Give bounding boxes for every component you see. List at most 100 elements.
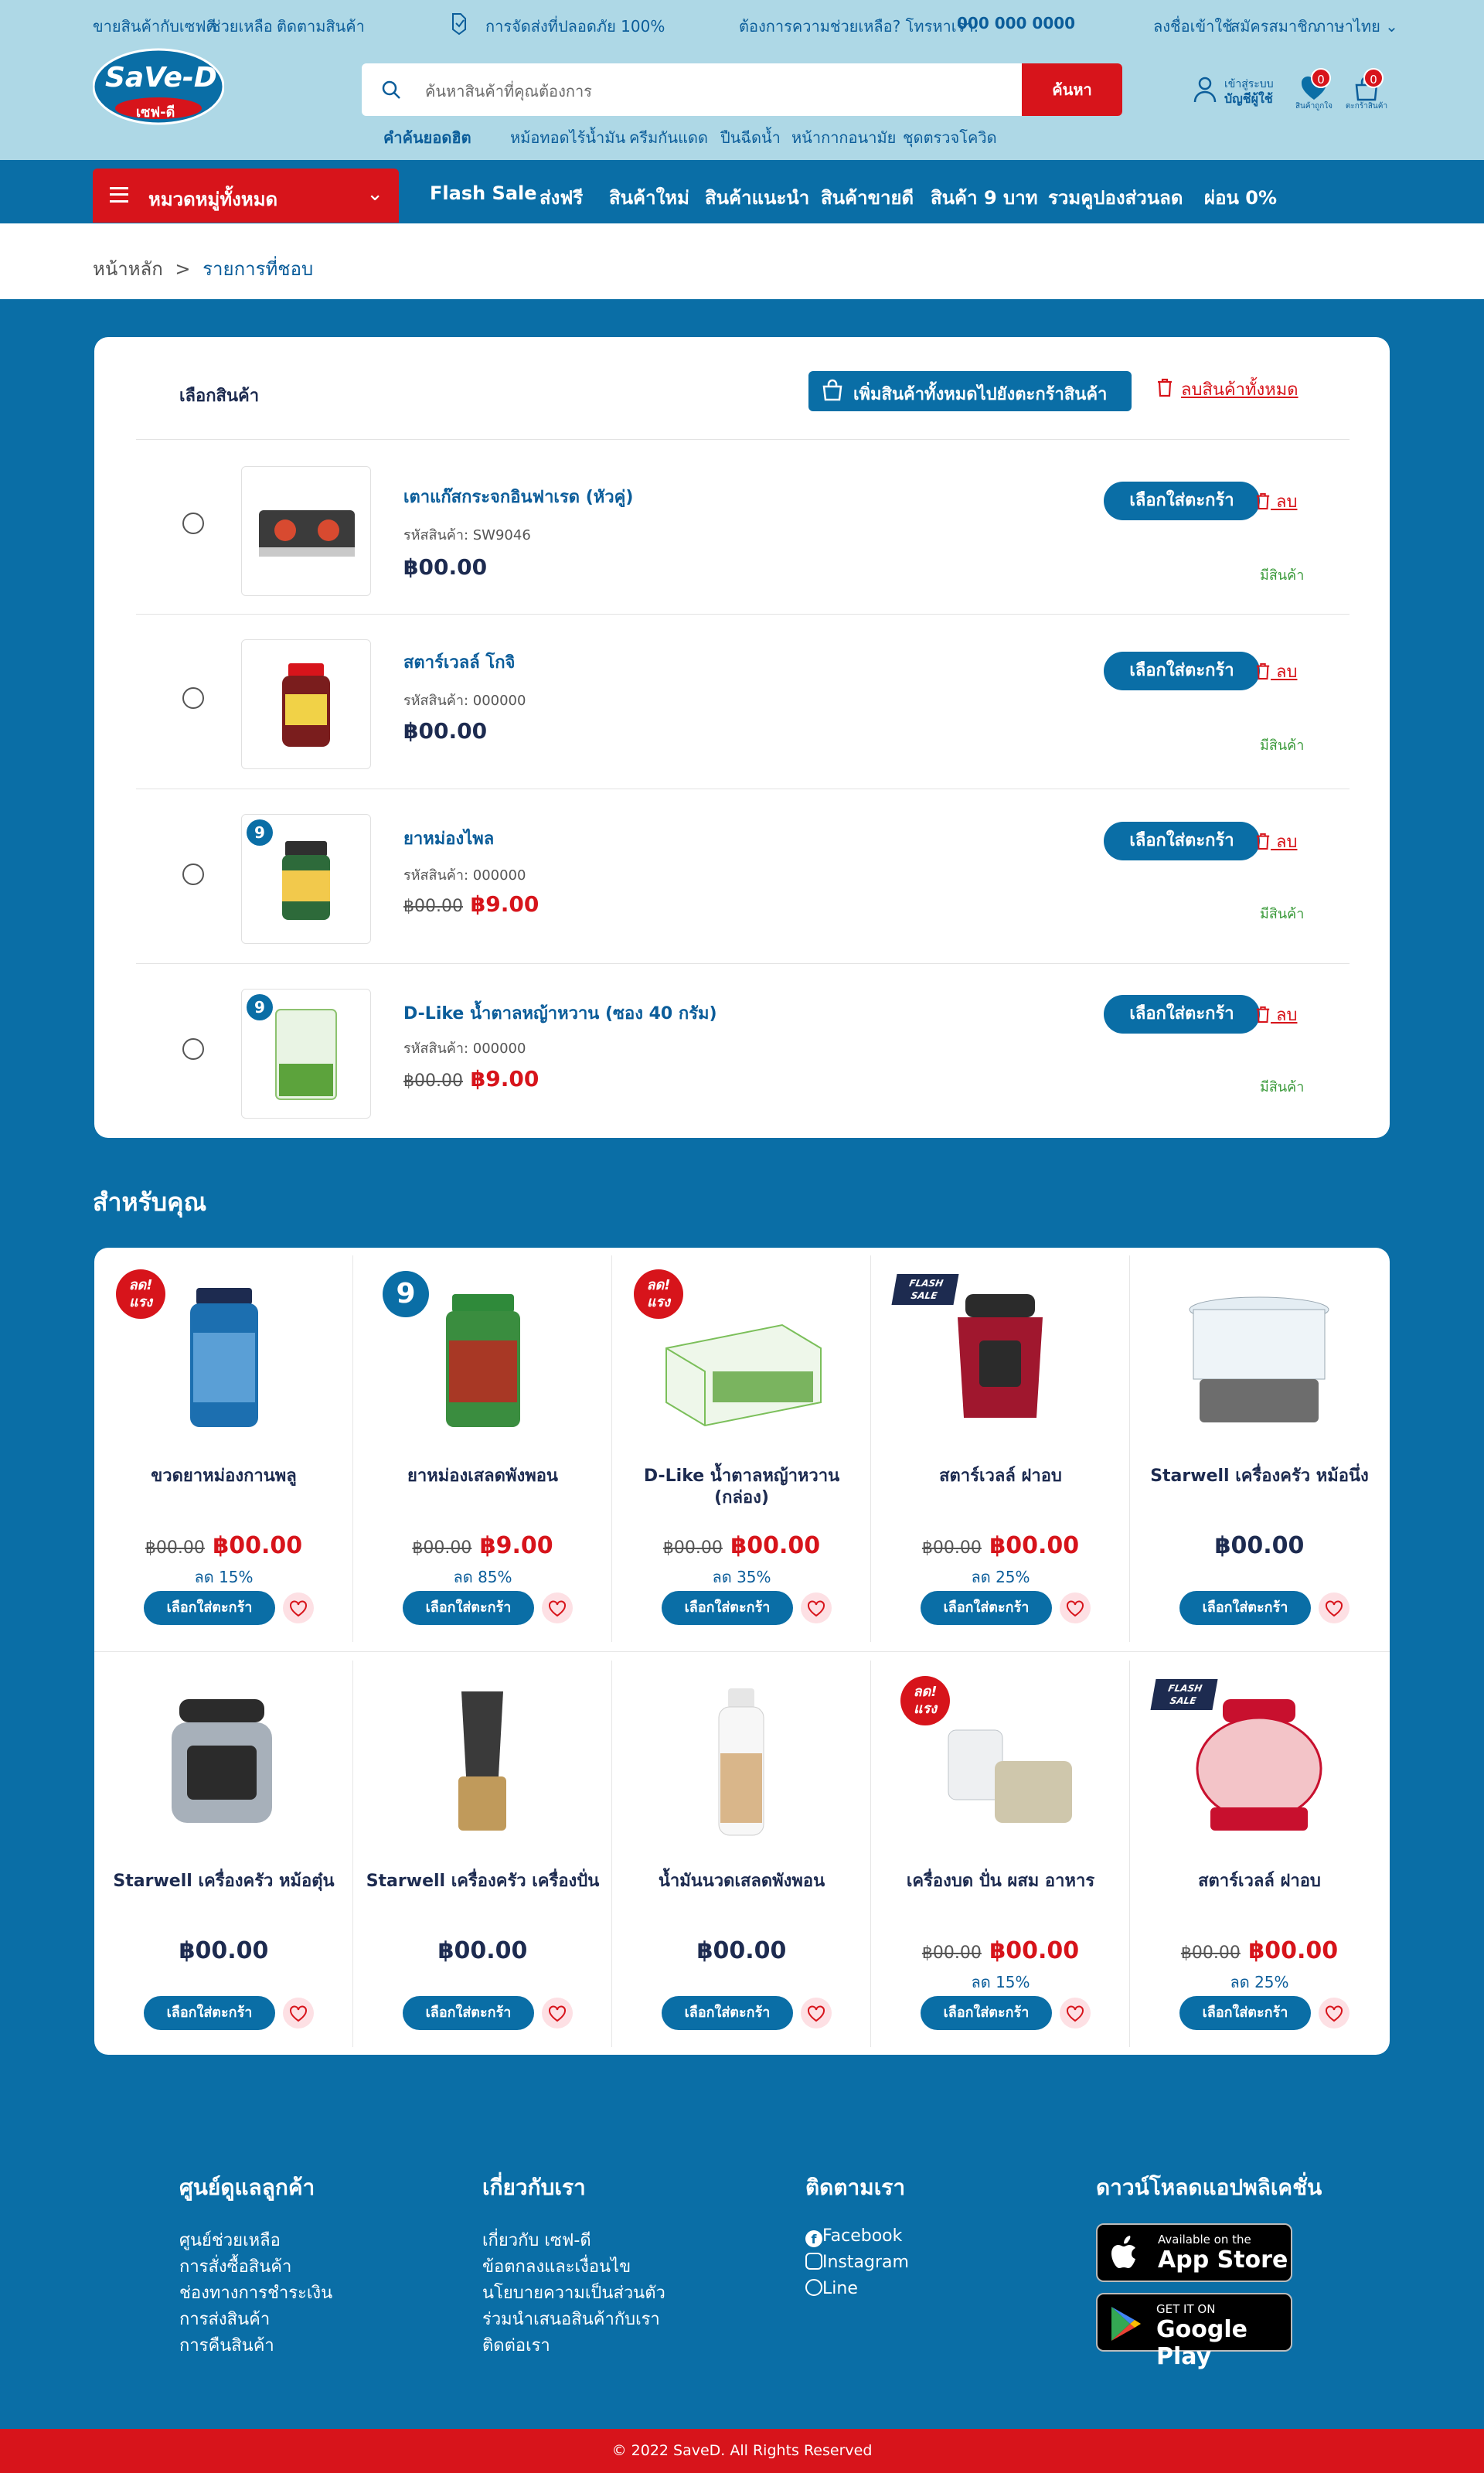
nav-coupons[interactable]: รวมคูปองส่วนลด — [1048, 182, 1183, 213]
app-store-button[interactable]: Available on the App Store — [1096, 2223, 1292, 2282]
footer-link[interactable]: การคืนสินค้า — [179, 2332, 274, 2359]
add-to-cart-button[interactable]: เลือกใส่ตะกร้า — [403, 1996, 534, 2030]
product-card[interactable]: 9 ยาหม่องเสลดพังพอน ฿00.00 ฿9.00 ลด 85% … — [353, 1248, 612, 1650]
add-to-cart-button[interactable]: เลือกใส่ตะกร้า — [144, 1591, 275, 1625]
delete-button[interactable]: ลบ — [1255, 1001, 1297, 1028]
product-name[interactable]: สตาร์เวลล์ โกจิ — [403, 649, 515, 676]
add-to-cart-button[interactable]: เลือกใส่ตะกร้า — [662, 1996, 793, 2030]
add-all-to-cart-button[interactable]: เพิ่มสินค้าทั้งหมดไปยังตะกร้าสินค้า — [808, 371, 1132, 411]
nav-flash-sale[interactable]: Flash Sale — [430, 182, 537, 204]
footer-link[interactable]: ติดต่อเรา — [482, 2332, 550, 2359]
delete-label: ลบ — [1276, 663, 1298, 682]
add-to-cart-button[interactable]: เลือกใส่ตะกร้า — [1104, 652, 1260, 690]
search-input[interactable]: ค้นหาสินค้าที่คุณต้องการ — [425, 79, 592, 104]
nav-9-baht[interactable]: สินค้า 9 บาท — [931, 182, 1038, 213]
product-name[interactable]: เตาแก๊สกระจกอินฟาเรด (หัวคู่) — [403, 483, 633, 510]
footer-link[interactable]: นโยบายความเป็นส่วนตัว — [482, 2279, 665, 2306]
product-card[interactable]: Starwell เครื่องครัว เครื่องปั่น ฿00.00 … — [353, 1653, 612, 2055]
hot-keyword[interactable]: ครีมกันแดด — [629, 125, 708, 150]
trash-icon — [1256, 663, 1270, 680]
account-link[interactable]: เข้าสู่ระบบ บัญชีผู้ใช้ — [1193, 73, 1278, 111]
product-card[interactable]: Starwell เครื่องครัว หม้อนึ่ง ฿00.00 เลื… — [1130, 1248, 1389, 1650]
register-link[interactable]: สมัครสมาชิก — [1230, 14, 1317, 39]
help-link[interactable]: ช่วยเหลือ — [210, 14, 273, 39]
select-radio[interactable] — [182, 687, 204, 709]
old-price: ฿00.00 — [1180, 1943, 1241, 1963]
product-thumbnail[interactable] — [241, 639, 371, 769]
sell-link[interactable]: ขายสินค้ากับเซฟดี — [93, 14, 216, 39]
add-to-cart-button[interactable]: เลือกใส่ตะกร้า — [921, 1591, 1052, 1625]
search-button[interactable]: ค้นหา — [1022, 63, 1122, 116]
wishlist-toggle[interactable] — [1060, 1998, 1091, 2028]
product-card[interactable]: FLASH SALE สตาร์เวลล์ ฝาอบ ฿00.00 ฿00.00… — [871, 1248, 1130, 1650]
product-card[interactable]: ลด! แรง D-Like น้ำตาลหญ้าหวาน (กล่อง) ฿0… — [612, 1248, 871, 1650]
product-name[interactable]: ยาหม่องไพล — [403, 825, 494, 852]
footer-link[interactable]: การสั่งซื้อสินค้า — [179, 2253, 291, 2280]
add-to-cart-button[interactable]: เลือกใส่ตะกร้า — [1179, 1996, 1311, 2030]
logo[interactable]: SaVe-D เซฟ-ดี — [92, 48, 225, 128]
footer-link[interactable]: ศูนย์ช่วยเหลือ — [179, 2226, 281, 2253]
product-card[interactable]: ลด! แรง เครื่องบด ปั่น ผสม อาหาร ฿00.00 … — [871, 1653, 1130, 2055]
cart-button[interactable]: 0 ตะกร้าสินค้า — [1343, 68, 1390, 111]
phone-number[interactable]: 000 000 0000 — [957, 14, 1075, 32]
product-thumbnail[interactable]: 9 — [241, 814, 371, 944]
wishlist-toggle[interactable] — [1319, 1998, 1350, 2028]
product-card[interactable]: ลด! แรง ขวดยาหม่องกานพลู ฿00.00 ฿00.00 ล… — [94, 1248, 353, 1650]
hot-keyword[interactable]: ปืนฉีดน้ำ — [720, 125, 781, 150]
footer-link[interactable]: ข้อตกลงและเงื่อนไข — [482, 2253, 631, 2280]
wishlist-toggle[interactable] — [542, 1592, 573, 1623]
product-image — [958, 1294, 1043, 1418]
nav-best-sellers[interactable]: สินค้าขายดี — [821, 182, 914, 213]
nav-recommended[interactable]: สินค้าแนะนำ — [705, 182, 809, 213]
hot-keyword[interactable]: หม้อทอดไร้น้ำมัน — [510, 125, 625, 150]
add-to-cart-button[interactable]: เลือกใส่ตะกร้า — [144, 1996, 275, 2030]
add-to-cart-button[interactable]: เลือกใส่ตะกร้า — [1104, 822, 1260, 860]
add-to-cart-button[interactable]: เลือกใส่ตะกร้า — [1179, 1591, 1311, 1625]
delete-button[interactable]: ลบ — [1255, 658, 1297, 685]
wishlist-toggle[interactable] — [801, 1998, 832, 2028]
footer-link[interactable]: ช่องทางการชำระเงิน — [179, 2279, 332, 2306]
facebook-link[interactable]: f Facebook — [805, 2226, 902, 2247]
wishlist-toggle[interactable] — [1319, 1592, 1350, 1623]
delete-button[interactable]: ลบ — [1255, 488, 1297, 515]
all-categories-button[interactable]: หมวดหมู่ทั้งหมด ⌄ — [93, 169, 399, 223]
add-to-cart-button[interactable]: เลือกใส่ตะกร้า — [921, 1996, 1052, 2030]
language-select[interactable]: ภาษาไทย ⌄ — [1316, 14, 1398, 39]
product-card[interactable]: Starwell เครื่องครัว หม้อตุ๋น ฿00.00 เลื… — [94, 1653, 353, 2055]
instagram-link[interactable]: Instagram — [805, 2253, 909, 2272]
add-to-cart-button[interactable]: เลือกใส่ตะกร้า — [403, 1591, 534, 1625]
product-card[interactable]: น้ำมันนวดเสลดพังพอน ฿00.00 เลือกใส่ตะกร้… — [612, 1653, 871, 2055]
wishlist-toggle[interactable] — [542, 1998, 573, 2028]
footer-link[interactable]: ร่วมนำเสนอสินค้ากับเรา — [482, 2305, 660, 2332]
line-link[interactable]: Line — [805, 2279, 858, 2298]
google-play-button[interactable]: GET IT ON Google Play — [1096, 2293, 1292, 2370]
old-price: ฿00.00 — [412, 1538, 472, 1558]
nav-installment[interactable]: ผ่อน 0% — [1204, 182, 1277, 213]
select-radio[interactable] — [182, 1038, 204, 1060]
wishlist-toggle[interactable] — [801, 1592, 832, 1623]
wishlist-toggle[interactable] — [1060, 1592, 1091, 1623]
select-all-label[interactable]: เลือกสินค้า — [179, 382, 259, 409]
wishlist-toggle[interactable] — [283, 1998, 314, 2028]
select-radio[interactable] — [182, 513, 204, 534]
wishlist-toggle[interactable] — [283, 1592, 314, 1623]
product-name[interactable]: D-Like น้ำตาลหญ้าหวาน (ซอง 40 กรัม) — [403, 1000, 717, 1027]
login-link[interactable]: ลงชื่อเข้าใช้ — [1153, 14, 1233, 39]
wishlist-button[interactable]: 0 สินค้าถูกใจ — [1291, 68, 1337, 111]
footer-link[interactable]: การส่งสินค้า — [179, 2305, 270, 2332]
nav-new-products[interactable]: สินค้าใหม่ — [609, 182, 689, 213]
product-thumbnail[interactable]: 9 — [241, 989, 371, 1119]
track-link[interactable]: ติดตามสินค้า — [277, 14, 365, 39]
hot-keyword[interactable]: ชุดตรวจโควิด — [903, 125, 997, 150]
breadcrumb-home[interactable]: หน้าหลัก — [93, 258, 163, 280]
footer-link[interactable]: เกี่ยวกับ เซฟ-ดี — [482, 2226, 591, 2253]
nav-free-shipping[interactable]: ส่งฟรี — [539, 182, 583, 213]
add-to-cart-button[interactable]: เลือกใส่ตะกร้า — [1104, 995, 1260, 1034]
add-to-cart-button[interactable]: เลือกใส่ตะกร้า — [662, 1591, 793, 1625]
select-radio[interactable] — [182, 864, 204, 885]
product-thumbnail[interactable] — [241, 466, 371, 596]
delete-button[interactable]: ลบ — [1255, 828, 1297, 855]
product-card[interactable]: FLASH SALE สตาร์เวลล์ ฝาอบ ฿00.00 ฿00.00… — [1130, 1653, 1389, 2055]
add-to-cart-button[interactable]: เลือกใส่ตะกร้า — [1104, 482, 1260, 520]
hot-keyword[interactable]: หน้ากากอนามัย — [791, 125, 896, 150]
